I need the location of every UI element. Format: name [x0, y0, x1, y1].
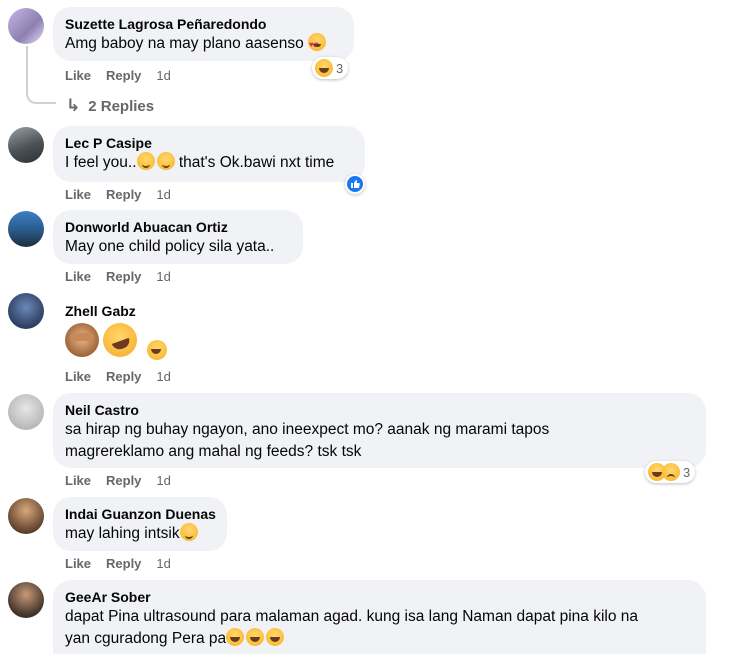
- smile-emoji: [136, 152, 155, 170]
- avatar[interactable]: [8, 582, 44, 618]
- laugh-emoji: [315, 59, 333, 77]
- author-name[interactable]: Zhell Gabz: [65, 302, 136, 320]
- reply-button[interactable]: Reply: [106, 68, 141, 83]
- author-name[interactable]: Indai Guanzon Duenas: [65, 505, 216, 523]
- reply-button[interactable]: Reply: [106, 473, 141, 488]
- heart-eyes-emoji: [308, 33, 326, 56]
- comment-text: dapat Pina ultrasound para malaman agad.…: [65, 608, 639, 625]
- comment-text-continued: that's Ok.bawi nxt time: [178, 154, 335, 171]
- timestamp[interactable]: 1d: [156, 269, 170, 284]
- laugh-emoji: [246, 628, 265, 646]
- like-button[interactable]: Like: [65, 556, 91, 571]
- like-reaction-badge[interactable]: [345, 174, 365, 194]
- comment-actions: Like Reply 1d: [65, 269, 186, 284]
- reaction-summary[interactable]: 3: [312, 57, 349, 79]
- laugh-emoji: [147, 340, 167, 360]
- comment-bubble: GeeAr Sober dapat Pina ultrasound para m…: [53, 580, 706, 654]
- timestamp[interactable]: 1d: [156, 68, 170, 83]
- comment-actions: Like Reply 1d: [65, 187, 186, 202]
- like-button[interactable]: Like: [65, 187, 91, 202]
- author-name[interactable]: Donworld Abuacan Ortiz: [65, 218, 291, 236]
- comment-bubble: Indai Guanzon Duenas may lahing intsik: [53, 497, 227, 551]
- avatar[interactable]: [8, 211, 44, 247]
- thread-connector: [26, 46, 56, 104]
- reply-button[interactable]: Reply: [106, 556, 141, 571]
- like-button[interactable]: Like: [65, 269, 91, 284]
- reply-button[interactable]: Reply: [106, 187, 141, 202]
- comment-bubble: Lec P Casipe I feel you.. that's Ok.bawi…: [53, 126, 365, 182]
- view-replies-button[interactable]: ↳ 2 Replies: [66, 96, 154, 116]
- reply-arrow-icon: ↳: [66, 96, 81, 115]
- like-button[interactable]: Like: [65, 369, 91, 384]
- comment-text: may lahing intsik: [65, 525, 180, 542]
- timestamp[interactable]: 1d: [156, 187, 170, 202]
- like-button[interactable]: Like: [65, 68, 91, 83]
- timestamp[interactable]: 1d: [156, 556, 170, 571]
- author-name[interactable]: Lec P Casipe: [65, 134, 353, 152]
- smile-emoji: [156, 152, 175, 170]
- reaction-count: 3: [683, 464, 691, 480]
- comment-bubble: Donworld Abuacan Ortiz May one child pol…: [53, 210, 303, 264]
- like-button[interactable]: Like: [65, 473, 91, 488]
- laugh-emoji: [226, 628, 245, 646]
- author-name[interactable]: Neil Castro: [65, 401, 694, 419]
- rolling-laugh-emoji: [98, 318, 142, 362]
- see-no-evil-monkey-emoji: [65, 323, 99, 357]
- comment-actions: Like Reply 1d: [65, 473, 186, 488]
- comment-text: sa hirap ng buhay ngayon, ano ineexpect …: [65, 421, 550, 438]
- comment-bubble: Suzette Lagrosa Peñaredondo Amg baboy na…: [53, 7, 354, 61]
- reply-button[interactable]: Reply: [106, 369, 141, 384]
- author-name[interactable]: GeeAr Sober: [65, 588, 694, 606]
- author-name[interactable]: Suzette Lagrosa Peñaredondo: [65, 15, 342, 33]
- laugh-emoji: [266, 628, 285, 646]
- grin-emoji: [179, 523, 198, 541]
- avatar[interactable]: [8, 498, 44, 534]
- avatar[interactable]: [8, 127, 44, 163]
- comment-bubble: Neil Castro sa hirap ng buhay ngayon, an…: [53, 393, 706, 468]
- timestamp[interactable]: 1d: [156, 369, 170, 384]
- comment-text: May one child policy sila yata..: [65, 238, 275, 255]
- comment-text-line2: yan cguradong Pera pa: [65, 630, 227, 647]
- comment-actions: Like Reply 1d: [65, 556, 186, 571]
- avatar[interactable]: [8, 394, 44, 430]
- thumbs-up-icon: [351, 180, 360, 188]
- avatar[interactable]: [8, 293, 44, 329]
- comment-actions: Like Reply 1d: [65, 68, 186, 83]
- comment-text-line2: magrereklamo ang mahal ng feeds? tsk tsk: [65, 443, 362, 460]
- comment-text: Amg baboy na may plano aasenso: [65, 35, 304, 52]
- comment-text: I feel you..: [65, 154, 137, 171]
- comment-actions: Like Reply 1d: [65, 369, 186, 384]
- replies-label: 2 Replies: [88, 97, 155, 115]
- timestamp[interactable]: 1d: [156, 473, 170, 488]
- sad-emoji: [662, 463, 680, 481]
- reaction-count: 3: [336, 60, 344, 76]
- avatar[interactable]: [8, 8, 44, 44]
- reply-button[interactable]: Reply: [106, 269, 141, 284]
- reaction-summary[interactable]: 3: [645, 461, 696, 483]
